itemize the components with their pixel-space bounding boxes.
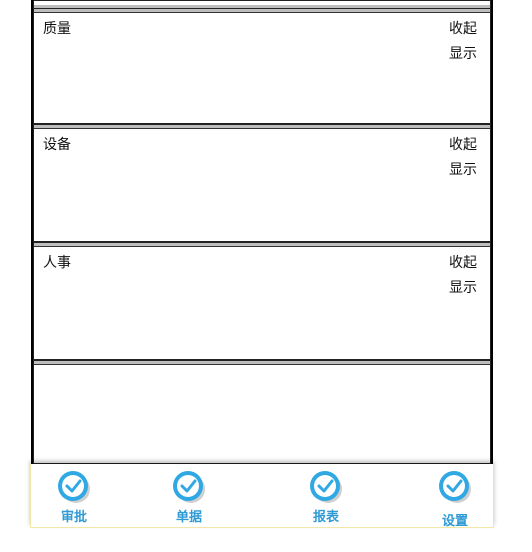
panel-header-bar: [34, 361, 490, 365]
check-circle-icon: [173, 471, 205, 503]
collapse-link[interactable]: 收起: [449, 18, 477, 38]
panel-header-bar: [34, 243, 490, 247]
bottom-tab-bar: 审批 单据 报表 设置: [30, 464, 494, 529]
panel-title: 人事: [43, 255, 71, 271]
tab-label: 报表: [312, 510, 339, 525]
show-link[interactable]: 显示: [449, 43, 477, 63]
check-circle-icon: [439, 471, 471, 503]
panel-header-bar: [34, 125, 490, 129]
panel-partial-top: [33, 0, 491, 9]
tab-label: 单据: [175, 510, 202, 525]
panel-header-bar: [34, 9, 490, 13]
tab-reports[interactable]: 报表: [296, 464, 356, 526]
show-link[interactable]: 显示: [449, 277, 477, 297]
tab-settings[interactable]: 设置: [425, 464, 485, 529]
panel-title: 设备: [43, 137, 71, 153]
tab-approval[interactable]: 审批: [44, 464, 104, 526]
panel-hr: 人事 收起 显示: [33, 242, 491, 360]
show-link[interactable]: 显示: [449, 159, 477, 179]
check-circle-icon: [310, 471, 342, 503]
collapse-link[interactable]: 收起: [449, 134, 477, 154]
tab-label: 设置: [441, 514, 468, 529]
panel-empty: [33, 360, 491, 464]
check-circle-icon: [58, 471, 90, 503]
collapse-link[interactable]: 收起: [449, 252, 477, 272]
tab-label: 审批: [60, 510, 87, 525]
tab-documents[interactable]: 单据: [159, 464, 219, 526]
panel-equipment: 设备 收起 显示: [33, 124, 491, 242]
panel-title: 质量: [43, 21, 71, 37]
panel-quality: 质量 收起 显示: [33, 8, 491, 124]
